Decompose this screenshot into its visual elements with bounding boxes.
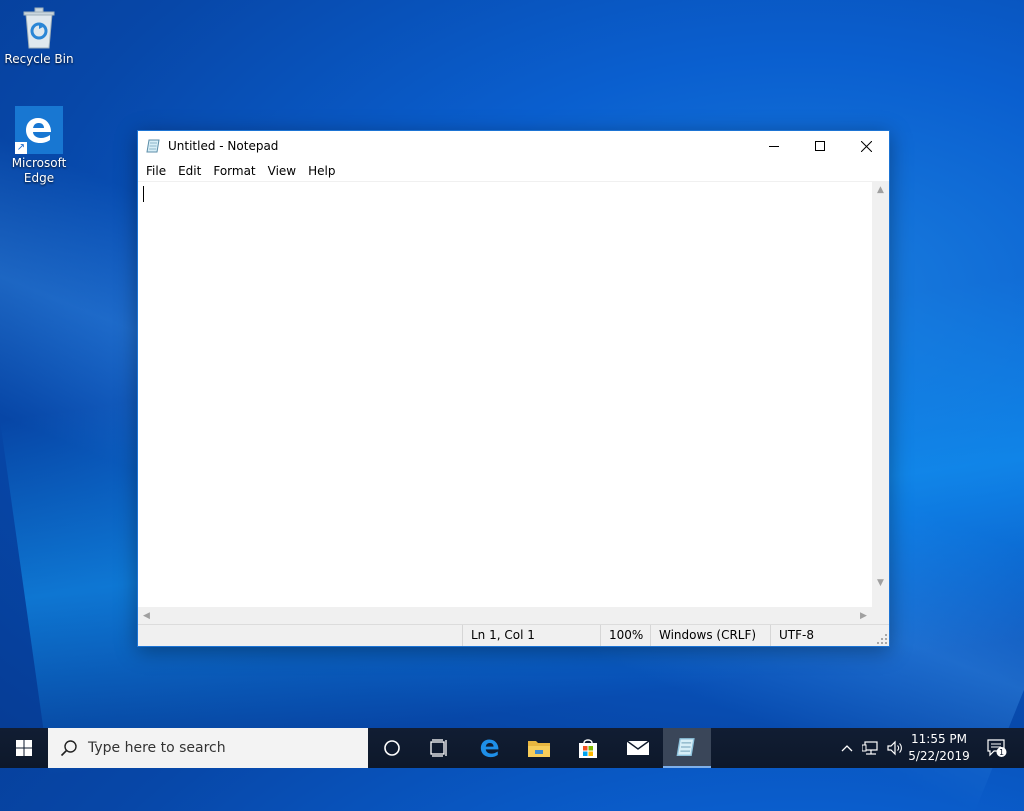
scroll-right-icon[interactable]: ▶ [855,607,872,624]
task-view-icon [430,739,447,757]
scrollbar-corner [872,607,889,624]
recycle-bin-icon [21,6,57,50]
text-editor[interactable] [138,181,889,609]
clock-time: 11:55 PM [911,732,967,746]
search-icon [60,740,77,757]
title-bar[interactable]: Untitled - Notepad [138,131,889,161]
text-caret [143,186,144,202]
network-icon [862,741,878,755]
speaker-icon [887,740,902,756]
menu-edit[interactable]: Edit [172,161,207,181]
horizontal-scrollbar[interactable]: ◀ ▶ [138,607,872,624]
mail-icon [626,740,650,755]
scroll-up-icon[interactable]: ▲ [872,181,889,198]
taskbar-search-box[interactable]: Type here to search [48,728,368,768]
show-hidden-icons-button[interactable] [836,728,858,768]
minimize-button[interactable] [751,131,797,161]
status-line-ending: Windows (CRLF) [650,625,770,646]
vertical-scrollbar[interactable]: ▲ ▼ [872,181,889,608]
desktop-icon-label: Microsoft Edge [11,156,67,185]
notepad-window[interactable]: Untitled - Notepad File Edit Format View… [137,130,890,647]
notepad-icon [676,738,695,756]
menu-help[interactable]: Help [302,161,341,181]
status-bar: Ln 1, Col 1 100% Windows (CRLF) UTF-8 [138,624,889,646]
maximize-icon [815,141,825,151]
start-button[interactable] [0,728,48,768]
taskbar: Type here to search 11:55 PM 5/22/2019 1 [0,728,1024,768]
store-icon [579,739,597,758]
edge-icon [480,739,499,758]
taskbar-file-explorer-button[interactable] [515,728,563,768]
scroll-left-icon[interactable]: ◀ [138,607,155,624]
notification-count: 1 [999,748,1004,757]
status-encoding: UTF-8 [770,625,889,646]
volume-button[interactable] [884,728,906,768]
status-zoom: 100% [600,625,650,646]
action-center-button[interactable]: 1 [978,728,1016,768]
chevron-up-icon [841,745,853,752]
taskbar-mail-button[interactable] [614,728,662,768]
resize-grip-icon[interactable] [877,634,887,644]
close-icon [860,140,872,152]
notification-icon: 1 [987,739,1007,757]
status-cursor-position: Ln 1, Col 1 [462,625,600,646]
task-view-button[interactable] [416,728,464,768]
taskbar-notepad-button[interactable] [663,728,711,768]
shortcut-arrow-icon: ↗ [15,142,27,154]
menu-bar: File Edit Format View Help [138,161,889,181]
window-title: Untitled - Notepad [168,139,279,153]
menu-file[interactable]: File [140,161,172,181]
maximize-button[interactable] [797,131,843,161]
taskbar-clock[interactable]: 11:55 PM 5/22/2019 [906,731,972,765]
cortana-icon [384,740,400,756]
taskbar-store-button[interactable] [564,728,612,768]
taskbar-edge-button[interactable] [466,728,514,768]
menu-format[interactable]: Format [207,161,261,181]
desktop-icon-microsoft-edge[interactable]: ↗ Microsoft Edge [1,106,77,186]
scroll-down-icon[interactable]: ▼ [872,574,889,591]
minimize-icon [769,146,779,147]
menu-view[interactable]: View [262,161,302,181]
clock-date: 5/22/2019 [908,749,970,763]
desktop-icon-label: Recycle Bin [4,52,74,66]
edge-icon: ↗ [15,106,63,154]
notepad-icon [146,138,162,154]
desktop-icon-recycle-bin[interactable]: Recycle Bin [1,6,77,67]
close-button[interactable] [843,131,889,161]
network-button[interactable] [860,728,882,768]
file-explorer-icon [528,741,550,757]
search-placeholder: Type here to search [88,740,226,756]
windows-logo-icon [16,740,32,756]
cortana-button[interactable] [368,728,416,768]
